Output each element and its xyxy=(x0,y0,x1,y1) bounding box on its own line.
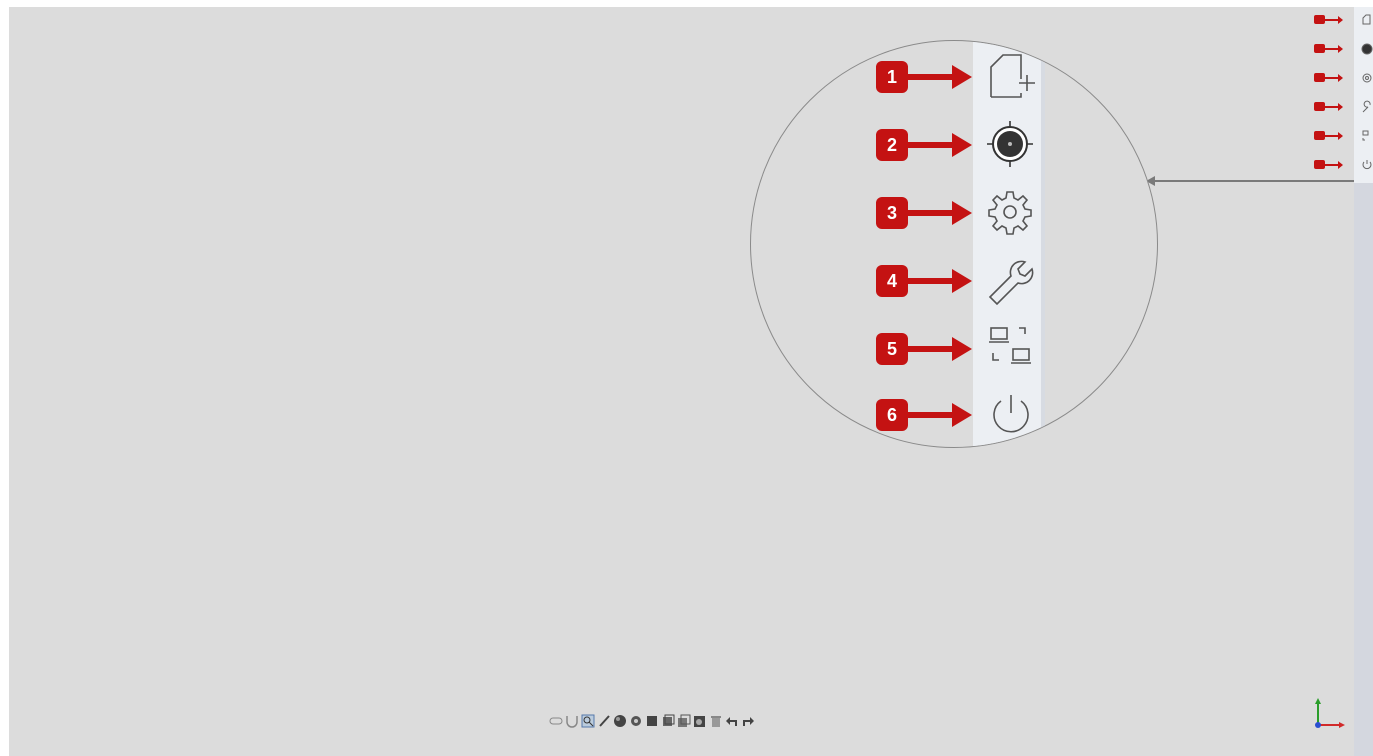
wrench-icon[interactable] xyxy=(985,255,1035,305)
undo-icon[interactable] xyxy=(724,712,739,730)
callout-badge-1: 1 xyxy=(876,61,908,93)
callout-badge-5: 5 xyxy=(876,333,908,365)
small-toolbar-icons xyxy=(1361,14,1373,170)
callout-arrow-3 xyxy=(906,201,972,225)
brush-icon[interactable] xyxy=(596,712,611,730)
axes-gizmo-icon xyxy=(1315,698,1345,728)
cube-icon[interactable] xyxy=(660,712,675,730)
magnet-icon[interactable] xyxy=(564,712,579,730)
power-icon[interactable] xyxy=(987,391,1035,439)
target-icon[interactable] xyxy=(983,119,1037,169)
bottom-toolbar xyxy=(548,711,755,731)
callout-arrow-4 xyxy=(906,269,972,293)
callout-badge-2: 2 xyxy=(876,129,908,161)
callout-arrow-6 xyxy=(906,403,972,427)
select-icon[interactable] xyxy=(548,712,563,730)
new-file-icon[interactable] xyxy=(985,51,1037,101)
fill-icon[interactable] xyxy=(692,712,707,730)
redo-icon[interactable] xyxy=(740,712,755,730)
box-icon[interactable] xyxy=(644,712,659,730)
callout-arrow-1 xyxy=(906,65,972,89)
callout-badge-4: 4 xyxy=(876,265,908,297)
magnifier-connector-line xyxy=(1148,180,1354,182)
zoom-icon[interactable] xyxy=(580,712,595,730)
callout-badge-3: 3 xyxy=(876,197,908,229)
view-switch-icon[interactable] xyxy=(987,323,1035,371)
callout-badge-6: 6 xyxy=(876,399,908,431)
delete-icon[interactable] xyxy=(708,712,723,730)
rotate-icon[interactable] xyxy=(628,712,643,730)
callout-arrow-2 xyxy=(906,133,972,157)
magnifier-callout: 1 2 3 4 5 6 xyxy=(750,40,1158,448)
gear-icon[interactable] xyxy=(985,187,1035,237)
magnified-toolbar xyxy=(973,41,1045,447)
viewport-canvas[interactable] xyxy=(9,7,1354,756)
sphere-icon[interactable] xyxy=(612,712,627,730)
magnified-toolbar-edge xyxy=(1041,41,1045,447)
layer-icon[interactable] xyxy=(676,712,691,730)
callout-arrow-5 xyxy=(906,337,972,361)
